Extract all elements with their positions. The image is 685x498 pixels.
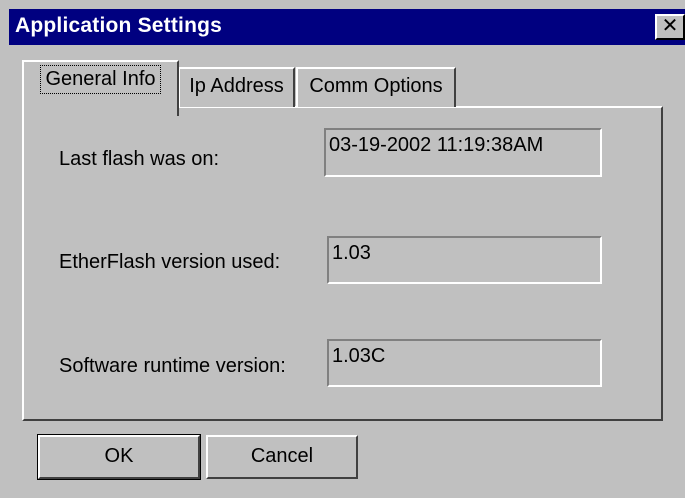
last-flash-value: 03-19-2002 11:19:38AM bbox=[324, 128, 602, 177]
software-runtime-label: Software runtime version: bbox=[59, 355, 286, 377]
close-icon: ✕ bbox=[661, 15, 679, 37]
cancel-button[interactable]: Cancel bbox=[206, 435, 358, 479]
tab-comm-options[interactable]: Comm Options bbox=[296, 67, 456, 107]
ok-button[interactable]: OK bbox=[37, 434, 201, 480]
software-runtime-value: 1.03C bbox=[327, 339, 602, 387]
tab-ip-address-label: Ip Address bbox=[189, 75, 284, 97]
tab-comm-options-label: Comm Options bbox=[309, 75, 443, 97]
etherflash-version-label: EtherFlash version used: bbox=[59, 251, 281, 273]
window-title: Application Settings bbox=[15, 14, 223, 37]
tab-general-info-label: General Info bbox=[40, 65, 161, 94]
title-bar: Application Settings ✕ bbox=[9, 9, 685, 45]
tab-general-info[interactable]: General Info bbox=[22, 60, 179, 116]
etherflash-version-value: 1.03 bbox=[327, 236, 602, 284]
last-flash-label: Last flash was on: bbox=[59, 148, 220, 170]
tab-ip-address[interactable]: Ip Address bbox=[178, 67, 295, 107]
close-button[interactable]: ✕ bbox=[655, 14, 685, 40]
general-info-panel: Last flash was on: 03-19-2002 11:19:38AM… bbox=[22, 106, 663, 421]
application-settings-window: Application Settings ✕ Last flash was on… bbox=[0, 0, 685, 498]
